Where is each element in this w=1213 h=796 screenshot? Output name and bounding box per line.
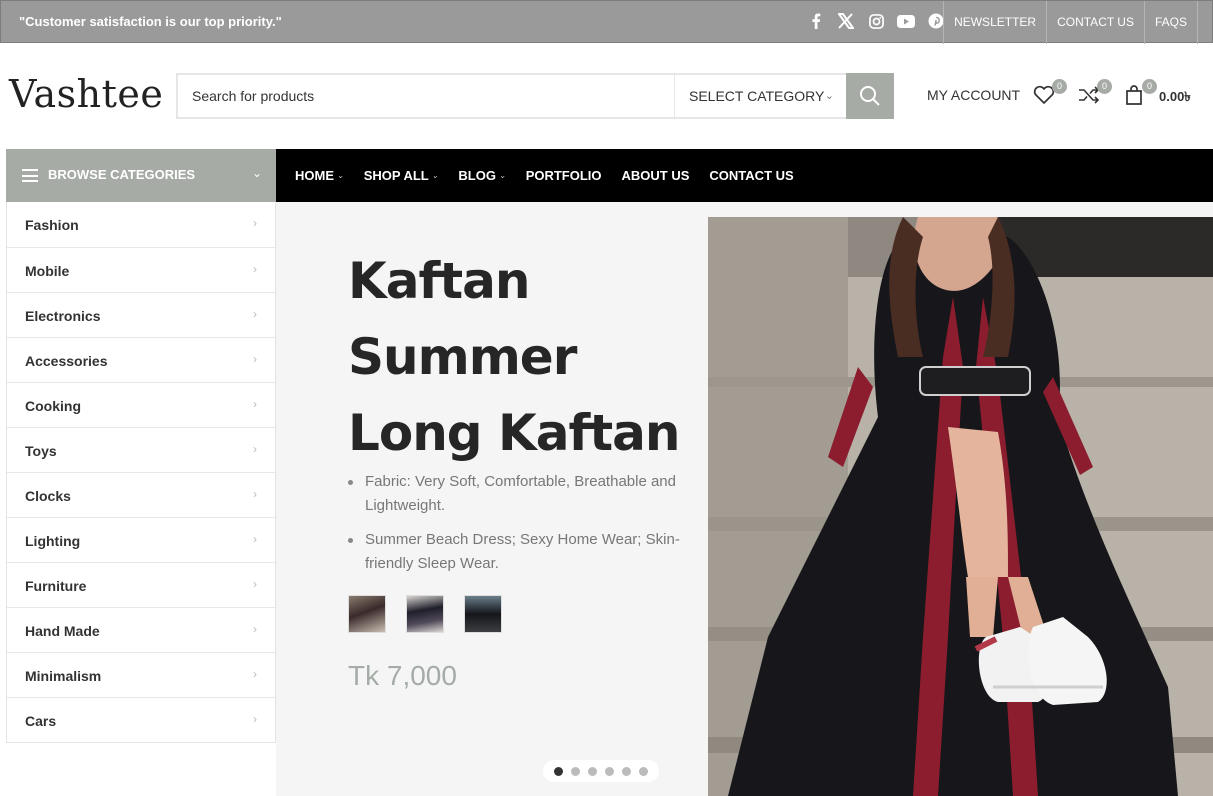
top-bar-quote: "Customer satisfaction is our top priori…	[19, 14, 282, 29]
main-navigation: HOME ⌄ SHOP ALL ⌄ BLOG ⌄ PORTFOLIO ABOUT US…	[276, 149, 1213, 202]
contact-us-link[interactable]: CONTACT US	[1047, 1, 1145, 44]
hero-product-image	[708, 217, 1213, 796]
product-price: Tk 7,000	[348, 660, 457, 691]
product-thumbnail[interactable]	[348, 595, 386, 633]
chevron-right-icon: ›	[253, 262, 257, 276]
cart-count-badge: 0	[1142, 79, 1157, 94]
chevron-down-icon: ⌄	[431, 170, 439, 180]
category-item-electronics[interactable]: Electronics ›	[7, 292, 275, 337]
category-item-toys[interactable]: Toys ›	[7, 427, 275, 472]
newsletter-link[interactable]: NEWSLETTER	[944, 1, 1048, 44]
product-thumbnail[interactable]	[464, 595, 502, 633]
category-item-accessories[interactable]: Accessories ›	[7, 337, 275, 382]
product-thumbnails	[348, 595, 502, 633]
chevron-right-icon: ›	[253, 577, 257, 591]
nav-item-about-us[interactable]: ABOUT US	[622, 149, 690, 202]
feature-item: Fabric: Very Soft, Comfortable, Breathab…	[347, 470, 687, 518]
search-input[interactable]: Search for products	[178, 75, 675, 117]
product-thumbnail[interactable]	[406, 595, 444, 633]
top-bar: "Customer satisfaction is our top priori…	[0, 0, 1213, 44]
x-icon[interactable]	[837, 12, 855, 30]
faqs-link[interactable]: FAQS	[1145, 1, 1198, 44]
hamburger-icon	[22, 169, 38, 182]
browse-categories-toggle[interactable]: BROWSE CATEGORIES ⌄	[6, 149, 276, 202]
wishlist-button[interactable]: 0	[1032, 79, 1067, 109]
nav-item-portfolio[interactable]: PORTFOLIO	[526, 149, 602, 202]
category-select[interactable]: SELECT CATEGORY ⌄	[675, 75, 846, 117]
top-links: NEWSLETTER CONTACT US FAQS	[943, 1, 1198, 44]
browse-categories-label: BROWSE CATEGORIES	[48, 167, 196, 182]
search-icon	[860, 86, 880, 106]
category-item-mobile[interactable]: Mobile ›	[7, 247, 275, 292]
cart-total[interactable]: 0.00৳	[1159, 88, 1191, 109]
nav-item-home[interactable]: HOME ⌄	[295, 149, 344, 202]
slide-title: Kaftan Summer Long Kaftan	[348, 252, 680, 462]
chevron-down-icon: ⌄	[824, 90, 834, 102]
chevron-right-icon: ›	[253, 532, 257, 546]
cart-button[interactable]: 0	[1122, 79, 1157, 109]
nav-item-blog[interactable]: BLOG ⌄	[458, 149, 505, 202]
chevron-right-icon: ›	[253, 622, 257, 636]
slider-dot[interactable]	[554, 766, 563, 776]
slide-features: Fabric: Very Soft, Comfortable, Breathab…	[347, 470, 687, 586]
slider-dot[interactable]	[639, 766, 648, 776]
youtube-icon[interactable]	[897, 12, 915, 30]
nav-item-shop-all[interactable]: SHOP ALL ⌄	[364, 149, 439, 202]
category-item-clocks[interactable]: Clocks ›	[7, 472, 275, 517]
category-item-fashion[interactable]: Fashion ›	[7, 202, 275, 247]
chevron-down-icon: ⌄	[251, 166, 262, 180]
chevron-right-icon: ›	[253, 442, 257, 456]
slider-dot[interactable]	[605, 766, 614, 776]
category-item-hand-made[interactable]: Hand Made ›	[7, 607, 275, 652]
category-sidebar: Fashion › Mobile › Electronics › Accessorie…	[6, 202, 276, 743]
slider-dot[interactable]	[588, 766, 597, 776]
category-item-minimalism[interactable]: Minimalism ›	[7, 652, 275, 697]
chevron-right-icon: ›	[253, 307, 257, 321]
search-button[interactable]	[846, 73, 894, 119]
wishlist-count-badge: 0	[1052, 79, 1067, 94]
chevron-right-icon: ›	[253, 667, 257, 681]
slider-pagination	[543, 760, 659, 782]
slider-dot[interactable]	[571, 766, 580, 776]
category-select-label: SELECT CATEGORY	[689, 88, 825, 104]
compare-button[interactable]: 0	[1077, 79, 1112, 109]
chevron-right-icon: ›	[253, 397, 257, 411]
chevron-down-icon: ⌄	[337, 170, 344, 180]
nav-item-contact-us[interactable]: CONTACT US	[709, 149, 793, 202]
my-account-link[interactable]: MY ACCOUNT	[927, 87, 1020, 103]
category-item-lighting[interactable]: Lighting ›	[7, 517, 275, 562]
slider-dot[interactable]	[622, 766, 631, 776]
facebook-icon[interactable]	[807, 12, 825, 30]
chevron-right-icon: ›	[253, 712, 257, 726]
instagram-icon[interactable]	[867, 12, 885, 30]
category-item-furniture[interactable]: Furniture ›	[7, 562, 275, 607]
search-form: Search for products SELECT CATEGORY ⌄	[176, 73, 894, 119]
social-links	[807, 12, 945, 30]
feature-item: Summer Beach Dress; Sexy Home Wear; Skin…	[347, 528, 687, 576]
chevron-right-icon: ›	[253, 487, 257, 501]
category-item-cars[interactable]: Cars ›	[7, 697, 275, 742]
category-item-cooking[interactable]: Cooking ›	[7, 382, 275, 427]
site-logo[interactable]: Vashtee	[9, 72, 163, 116]
chevron-down-icon: ⌄	[498, 170, 506, 180]
chevron-right-icon: ›	[253, 216, 257, 230]
compare-count-badge: 0	[1097, 79, 1112, 94]
chevron-right-icon: ›	[253, 352, 257, 366]
